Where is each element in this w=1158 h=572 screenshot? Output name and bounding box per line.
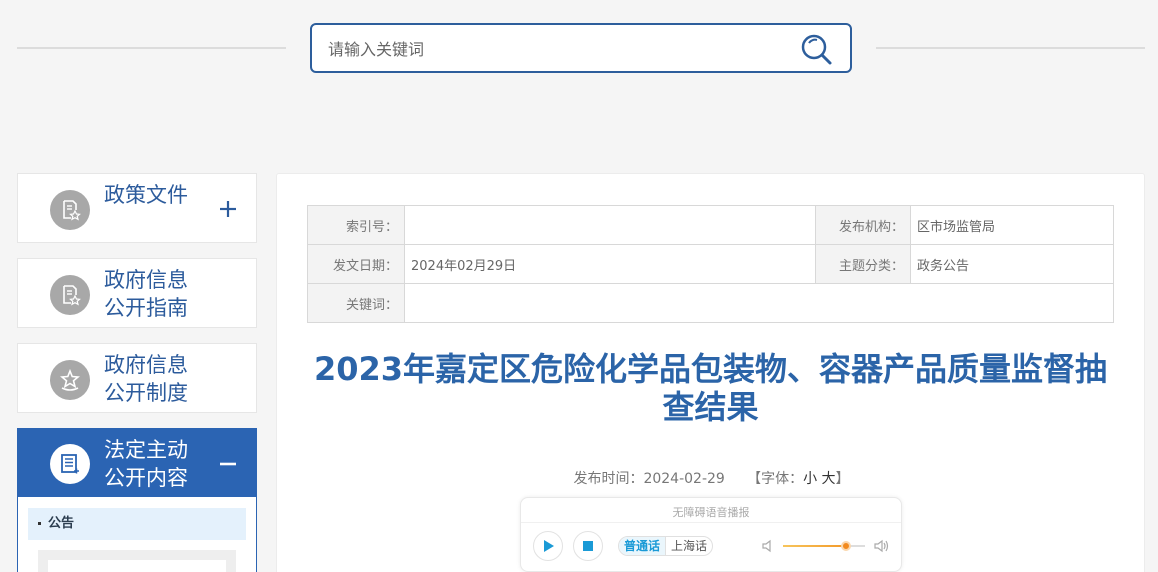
meta-label: 发布机构： [815, 205, 911, 245]
metadata-table: 索引号： 发布机构： 区市场监管局 发文日期： 2024年02月29日 主题分类… [307, 205, 1114, 323]
font-large-button[interactable]: 大 [822, 471, 836, 487]
minus-icon[interactable] [218, 454, 238, 474]
sidebar-subpanel: 公告 [17, 497, 257, 572]
sidebar-subitem-label: 公告 [48, 516, 75, 531]
play-icon [544, 540, 554, 552]
sidebar-subitem-entry[interactable] [48, 560, 226, 572]
sidebar-item-statutory-disclosure[interactable]: 法定主动 公开内容 [17, 428, 257, 498]
meta-label: 索引号： [307, 205, 405, 245]
plus-icon[interactable] [218, 199, 238, 219]
sidebar-item-label: 政府信息 公开制度 [104, 353, 188, 405]
sidebar-subitem-list [38, 550, 236, 572]
star-badge-icon [50, 360, 90, 400]
article-title: 2023年嘉定区危险化学品包装物、容器产品质量监督抽查结果 [313, 350, 1108, 426]
audio-divider [521, 522, 901, 523]
dialect-toggle: 普通话 上海话 [618, 536, 714, 556]
search-icon[interactable] [800, 33, 834, 67]
sidebar-item-disclosure-guide[interactable]: 政府信息 公开指南 [17, 258, 257, 328]
search-input[interactable] [328, 37, 788, 61]
audio-title: 无障碍语音播报 [672, 506, 750, 519]
article-panel: 索引号： 发布机构： 区市场监管局 发文日期： 2024年02月29日 主题分类… [276, 173, 1145, 572]
document-list-icon [50, 444, 90, 484]
meta-label: 关键词： [307, 283, 405, 323]
meta-value: 2024年02月29日 [404, 244, 816, 284]
audio-player: 无障碍语音播报 普通话 上海话 [520, 497, 902, 572]
play-button[interactable] [533, 531, 563, 561]
meta-label: 主题分类： [815, 244, 911, 284]
meta-value: 区市场监管局 [910, 205, 1114, 245]
volume-slider-fill [783, 545, 847, 547]
stop-icon [583, 541, 593, 551]
search-box [310, 23, 852, 73]
divider-left [17, 47, 286, 49]
publish-info: 发布时间：2024-02-29 【字体：小 大】 [277, 468, 1146, 488]
dialect-mandarin[interactable]: 普通话 [619, 537, 666, 555]
font-size-label-close: 】 [835, 471, 850, 487]
document-star-icon [50, 275, 90, 315]
volume-high-icon[interactable] [874, 539, 890, 553]
document-star-icon [50, 190, 90, 230]
divider-right [876, 47, 1145, 49]
meta-label: 发文日期： [307, 244, 405, 284]
sidebar-item-label: 法定主动 公开内容 [104, 438, 188, 490]
publish-date: 2024-02-29 [643, 471, 725, 487]
font-small-button[interactable]: 小 [803, 471, 817, 487]
font-size-label: 【字体： [747, 471, 804, 487]
volume-slider-handle[interactable] [841, 541, 852, 551]
meta-value [404, 283, 1114, 323]
volume-slider[interactable] [783, 541, 865, 551]
sidebar-item-label: 政策文件 [104, 183, 188, 207]
stop-button[interactable] [573, 531, 603, 561]
volume-low-icon[interactable] [761, 539, 775, 553]
sidebar-item-disclosure-system[interactable]: 政府信息 公开制度 [17, 343, 257, 413]
publish-label: 发布时间： [573, 471, 644, 487]
meta-value: 政务公告 [910, 244, 1114, 284]
sidebar-subitem-announcement[interactable]: 公告 [28, 508, 246, 540]
sidebar-item-label: 政府信息 公开指南 [104, 268, 188, 320]
meta-value [404, 205, 816, 245]
dialect-shanghainese[interactable]: 上海话 [665, 537, 712, 555]
sidebar-item-policy-documents[interactable]: 政策文件 [17, 173, 257, 243]
